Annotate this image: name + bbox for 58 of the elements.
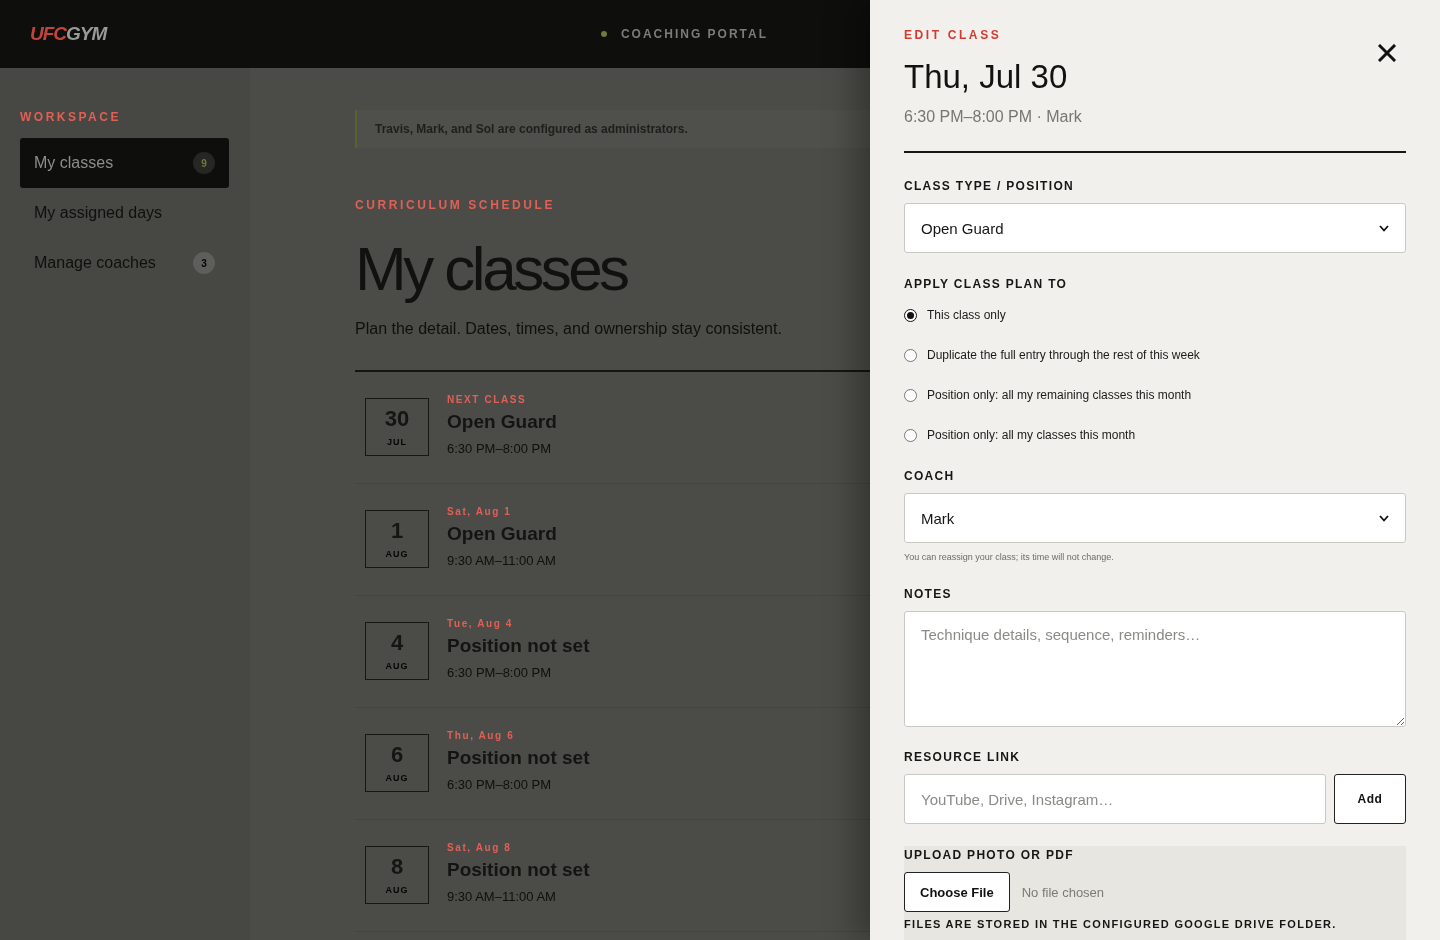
- field-label: NOTES: [904, 587, 953, 601]
- date-month: AUG: [385, 772, 409, 783]
- class-time: 9:30 AM–11:00 AM: [447, 889, 557, 904]
- radio-label: Position only: all my remaining classes this month: [927, 388, 1192, 402]
- chevron-down-icon: [1379, 224, 1389, 232]
- class-label: NEXT CLASS: [447, 394, 528, 405]
- radio-button[interactable]: [904, 388, 917, 402]
- section-eyebrow: CURRICULUM SCHEDULE: [355, 198, 557, 212]
- radio-label: This class only: [927, 308, 1006, 322]
- sidebar-item[interactable]: My assigned days: [20, 188, 229, 238]
- date-month: AUG: [385, 660, 409, 671]
- count-badge: 9: [193, 152, 215, 174]
- class-time: 6:30 PM–8:00 PM: [447, 665, 553, 680]
- section-label: WORKSPACE: [20, 110, 122, 124]
- drawer-title: Thu, Jul 30: [904, 58, 1069, 96]
- notes-field[interactable]: Technique details, sequence, reminders…: [904, 611, 1406, 727]
- class-title: Open Guard: [447, 411, 557, 433]
- dropdown-field[interactable]: Mark: [904, 493, 1406, 543]
- class-label: Thu, Aug 6: [447, 730, 516, 741]
- class-time: 9:30 AM–11:00 AM: [447, 553, 557, 568]
- date-month: AUG: [385, 884, 409, 895]
- logo-text: GYM: [66, 23, 107, 45]
- page-subtitle: Plan the detail. Dates, times, and ownership stay consistent.: [355, 320, 783, 338]
- field-label: UPLOAD PHOTO OR PDF: [904, 848, 1075, 862]
- add-button[interactable]: Add: [1334, 774, 1406, 824]
- chevron-down-icon: [1379, 514, 1389, 522]
- radio-button[interactable]: [904, 428, 917, 442]
- portal-label: COACHING PORTAL: [620, 27, 768, 41]
- count-badge: 3: [193, 252, 215, 274]
- class-title: Open Guard: [447, 523, 557, 545]
- radio-label: Duplicate the full entry through the rest of this week: [927, 348, 1200, 362]
- date-month: JUL: [387, 436, 407, 447]
- sidebar-item[interactable]: Manage coaches 3: [20, 238, 229, 288]
- dropdown-field[interactable]: Open Guard: [904, 203, 1406, 253]
- choose-file-button[interactable]: Choose File: [904, 872, 1010, 912]
- field-label: APPLY CLASS PLAN TO: [904, 277, 1069, 291]
- drawer-eyebrow: EDIT CLASS: [904, 28, 1003, 42]
- help-text: You can reassign your class; its time will not change.: [904, 552, 1115, 562]
- class-label: Sat, Aug 1: [447, 506, 513, 517]
- field-label: COACH: [904, 469, 956, 483]
- file-status: No file chosen: [1021, 884, 1105, 900]
- class-time: 6:30 PM–8:00 PM: [447, 777, 553, 792]
- class-label: Tue, Aug 4: [447, 618, 514, 629]
- class-label: Sat, Aug 8: [447, 842, 513, 853]
- radio-button[interactable]: [904, 308, 917, 322]
- class-time: 6:30 PM–8:00 PM: [447, 441, 553, 456]
- field-label: RESOURCE LINK: [904, 750, 1022, 764]
- close-icon[interactable]: [1378, 44, 1396, 62]
- drawer-subtitle: 6:30 PM–8:00 PM · Mark: [904, 108, 1083, 126]
- upload-note: FILES ARE STORED IN THE CONFIGURED GOOGLE DRIVE FOLDER.: [904, 918, 1338, 930]
- link-field[interactable]: YouTube, Drive, Instagram…: [904, 774, 1326, 824]
- radio-label: Position only: all my classes this month: [927, 428, 1136, 442]
- status-dot: [600, 31, 607, 37]
- field-label: CLASS TYPE / POSITION: [904, 179, 1075, 193]
- radio-button[interactable]: [904, 348, 917, 362]
- sidebar-item[interactable]: My classes 9: [20, 138, 229, 188]
- date-month: AUG: [385, 548, 409, 559]
- logo-text: UFC: [30, 23, 67, 45]
